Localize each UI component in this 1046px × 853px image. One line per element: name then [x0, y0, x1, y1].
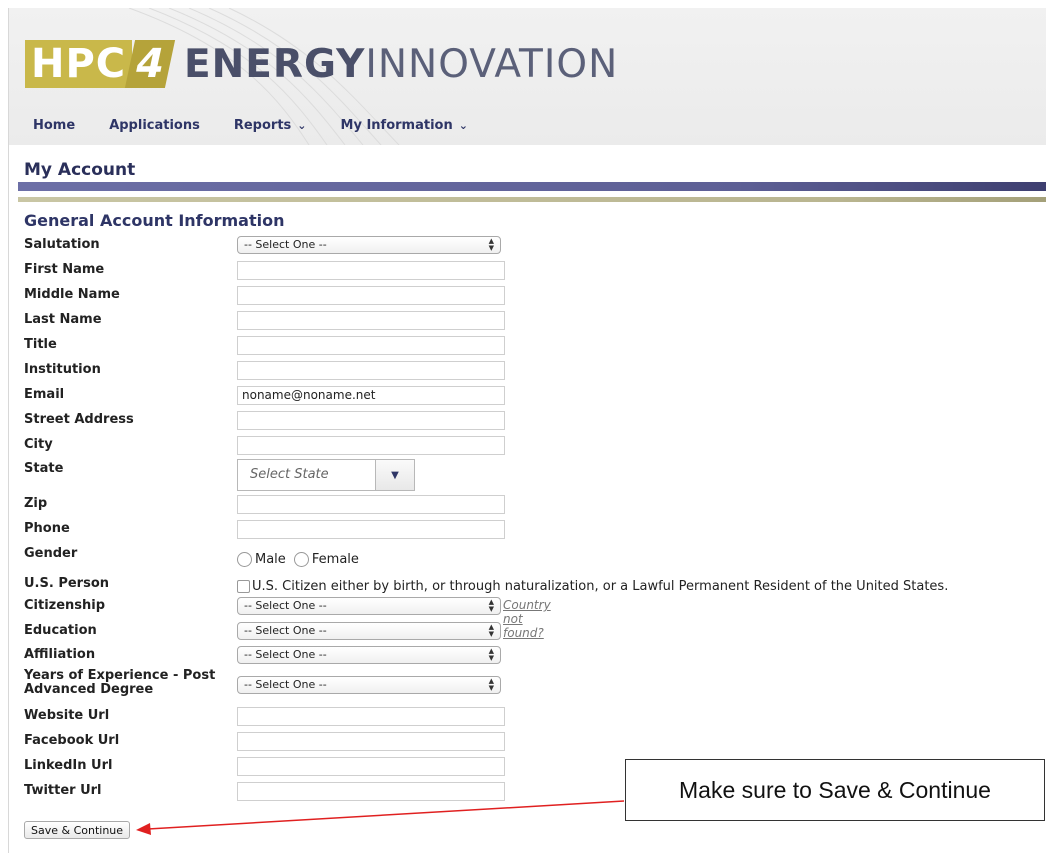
twitter-url-label: Twitter Url	[24, 783, 102, 798]
save-and-continue-button[interactable]: Save & Continue	[24, 821, 131, 839]
phone-label: Phone	[24, 521, 70, 536]
salutation-label: Salutation	[24, 237, 100, 252]
select-arrows-icon: ▲ ▼	[488, 623, 494, 638]
gender-female-label[interactable]: Female	[312, 552, 359, 567]
education-select[interactable]: -- Select One -- ▲ ▼	[237, 622, 501, 640]
hpc4-logo[interactable]: HPC 4 ENERGY INNOVATION	[25, 38, 618, 90]
last-name-input[interactable]	[237, 311, 505, 330]
experience-select[interactable]: -- Select One -- ▲ ▼	[237, 676, 501, 694]
caret-down-icon[interactable]: ▼	[375, 460, 414, 490]
phone-input[interactable]	[237, 520, 505, 539]
chevron-down-icon: ⌄	[297, 119, 307, 132]
us-person-checkbox-label[interactable]: U.S. Citizen either by birth, or through…	[252, 579, 948, 594]
title-label: Title	[24, 337, 57, 352]
gold-divider	[18, 197, 1046, 202]
linkedin-url-label: LinkedIn Url	[24, 758, 113, 773]
citizenship-selected-value: -- Select One --	[244, 599, 327, 612]
citizenship-label: Citizenship	[24, 598, 106, 613]
affiliation-label: Affiliation	[24, 647, 96, 662]
citizenship-select[interactable]: -- Select One -- ▲ ▼	[237, 597, 501, 615]
experience-selected-value: -- Select One --	[244, 678, 327, 691]
institution-label: Institution	[24, 362, 101, 377]
street-address-label: Street Address	[24, 412, 134, 427]
experience-label-line2: Advanced Degree	[24, 682, 154, 697]
facebook-url-label: Facebook Url	[24, 733, 120, 748]
email-label: Email	[24, 387, 65, 402]
gender-label: Gender	[24, 546, 78, 561]
institution-input[interactable]	[237, 361, 505, 380]
site-header: HPC 4 ENERGY INNOVATION Home Application…	[9, 8, 1046, 145]
logo-innovation: INNOVATION	[365, 41, 619, 87]
gender-male-radio[interactable]	[237, 552, 252, 567]
state-select[interactable]: Select State ▼	[237, 459, 415, 491]
section-heading: General Account Information	[24, 211, 285, 230]
salutation-select[interactable]: -- Select One -- ▲ ▼	[237, 236, 501, 254]
first-name-input[interactable]	[237, 261, 505, 280]
nav-applications-label: Applications	[109, 118, 200, 133]
title-input[interactable]	[237, 336, 505, 355]
nav-my-information-label: My Information	[340, 118, 453, 133]
logo-hpc: HPC	[25, 40, 133, 88]
experience-label: Years of Experience - Post Advanced Degr…	[24, 669, 215, 697]
education-selected-value: -- Select One --	[244, 624, 327, 637]
gender-male-label[interactable]: Male	[255, 552, 286, 567]
zip-label: Zip	[24, 496, 48, 511]
select-arrows-icon: ▲ ▼	[488, 598, 494, 613]
us-person-checkbox[interactable]	[237, 580, 250, 593]
website-url-label: Website Url	[24, 708, 110, 723]
affiliation-selected-value: -- Select One --	[244, 648, 327, 661]
us-person-label: U.S. Person	[24, 576, 110, 591]
state-placeholder: Select State	[250, 467, 329, 482]
us-person-option: U.S. Citizen either by birth, or through…	[237, 576, 948, 595]
instruction-callout: Make sure to Save & Continue	[625, 759, 1045, 821]
education-label: Education	[24, 623, 97, 638]
country-not-found-link[interactable]: Country not found?	[503, 598, 551, 640]
nav-reports[interactable]: Reports ⌄	[234, 118, 307, 133]
gender-female-radio[interactable]	[293, 552, 309, 567]
select-arrows-icon: ▲ ▼	[488, 237, 494, 252]
gender-options: Male Female	[237, 549, 362, 568]
last-name-label: Last Name	[24, 312, 102, 327]
chevron-down-icon: ⌄	[458, 119, 468, 132]
twitter-url-input[interactable]	[237, 782, 505, 801]
nav-reports-label: Reports	[233, 118, 292, 133]
zip-input[interactable]	[237, 495, 505, 514]
experience-label-line1: Years of Experience - Post	[24, 668, 216, 683]
purple-divider	[18, 182, 1046, 191]
salutation-selected-value: -- Select One --	[244, 238, 327, 251]
nav-my-information[interactable]: My Information ⌄	[341, 118, 468, 133]
street-address-input[interactable]	[237, 411, 505, 430]
linkedin-url-input[interactable]	[237, 757, 505, 776]
main-nav: Home Applications Reports ⌄ My Informatio…	[33, 118, 502, 133]
page-title: My Account	[24, 160, 136, 180]
middle-name-label: Middle Name	[24, 287, 120, 302]
logo-energy: ENERGY	[184, 41, 366, 87]
logo-number: 4	[125, 40, 176, 88]
middle-name-input[interactable]	[237, 286, 505, 305]
city-input[interactable]	[237, 436, 505, 455]
nav-home[interactable]: Home	[33, 118, 75, 133]
nav-home-label: Home	[33, 118, 76, 133]
select-arrows-icon: ▲ ▼	[488, 677, 494, 692]
facebook-url-input[interactable]	[237, 732, 505, 751]
email-input[interactable]: noname@noname.net	[237, 386, 505, 405]
nav-applications[interactable]: Applications	[109, 118, 200, 133]
select-arrows-icon: ▲ ▼	[488, 647, 494, 662]
first-name-label: First Name	[24, 262, 105, 277]
affiliation-select[interactable]: -- Select One -- ▲ ▼	[237, 646, 501, 664]
city-label: City	[24, 437, 53, 452]
website-url-input[interactable]	[237, 707, 505, 726]
state-label: State	[24, 461, 64, 476]
